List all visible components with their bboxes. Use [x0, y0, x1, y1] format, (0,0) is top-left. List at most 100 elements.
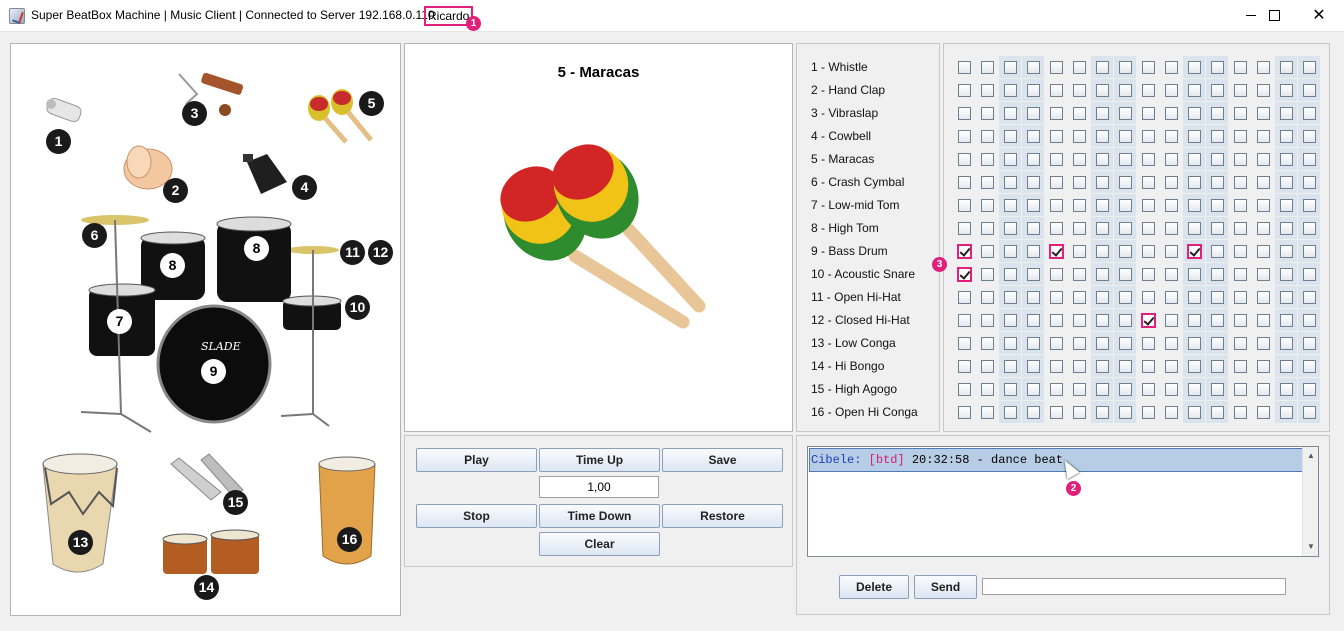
beat-checkbox[interactable] [1096, 61, 1109, 74]
beat-checkbox[interactable] [1141, 313, 1156, 328]
beat-checkbox[interactable] [1027, 153, 1040, 166]
beat-checkbox[interactable] [1188, 222, 1201, 235]
beat-checkbox[interactable] [1280, 291, 1293, 304]
beat-checkbox[interactable] [1280, 61, 1293, 74]
beat-checkbox[interactable] [1165, 360, 1178, 373]
beat-checkbox[interactable] [981, 153, 994, 166]
beat-checkbox[interactable] [1027, 337, 1040, 350]
beat-checkbox[interactable] [1234, 383, 1247, 396]
beat-checkbox[interactable] [958, 107, 971, 120]
beat-checkbox[interactable] [1004, 107, 1017, 120]
beat-checkbox[interactable] [1142, 360, 1155, 373]
beat-checkbox[interactable] [1234, 314, 1247, 327]
beat-checkbox[interactable] [981, 291, 994, 304]
maximize-button[interactable] [1251, 0, 1297, 31]
beat-checkbox[interactable] [1027, 130, 1040, 143]
cowbell-icon[interactable] [243, 154, 287, 194]
beat-checkbox[interactable] [1050, 61, 1063, 74]
beat-checkbox[interactable] [1257, 268, 1270, 281]
beat-checkbox[interactable] [1257, 107, 1270, 120]
beat-checkbox[interactable] [1096, 84, 1109, 97]
beat-checkbox[interactable] [981, 84, 994, 97]
beat-checkbox[interactable] [1142, 61, 1155, 74]
beat-checkbox[interactable] [1027, 291, 1040, 304]
beat-checkbox[interactable] [1119, 291, 1132, 304]
beat-checkbox[interactable] [1027, 199, 1040, 212]
beat-checkbox[interactable] [1303, 222, 1316, 235]
beat-checkbox[interactable] [1142, 291, 1155, 304]
beat-checkbox[interactable] [1211, 199, 1224, 212]
beat-checkbox[interactable] [1257, 291, 1270, 304]
beat-checkbox[interactable] [1050, 268, 1063, 281]
beat-checkbox[interactable] [1004, 383, 1017, 396]
beat-checkbox[interactable] [1165, 245, 1178, 258]
beat-checkbox[interactable] [1096, 222, 1109, 235]
beat-checkbox[interactable] [1165, 61, 1178, 74]
beat-checkbox[interactable] [1188, 291, 1201, 304]
beat-checkbox[interactable] [1188, 130, 1201, 143]
scroll-up-icon[interactable]: ▲ [1303, 449, 1319, 463]
beat-checkbox[interactable] [1096, 406, 1109, 419]
beat-checkbox[interactable] [1050, 84, 1063, 97]
message-scrollbar[interactable]: ▲ ▼ [1302, 447, 1318, 556]
beat-checkbox[interactable] [1004, 153, 1017, 166]
beat-checkbox[interactable] [1073, 360, 1086, 373]
beat-checkbox[interactable] [1303, 130, 1316, 143]
beat-checkbox[interactable] [1096, 130, 1109, 143]
beat-checkbox[interactable] [1188, 314, 1201, 327]
beat-checkbox[interactable] [1119, 360, 1132, 373]
beat-checkbox[interactable] [981, 130, 994, 143]
beat-checkbox[interactable] [1211, 383, 1224, 396]
beat-checkbox[interactable] [1257, 383, 1270, 396]
beat-checkbox[interactable] [1211, 314, 1224, 327]
beat-checkbox[interactable] [1142, 222, 1155, 235]
beat-checkbox[interactable] [1234, 153, 1247, 166]
beat-checkbox[interactable] [1188, 84, 1201, 97]
beat-checkbox[interactable] [1027, 406, 1040, 419]
stop-button[interactable]: Stop [416, 504, 537, 528]
beat-checkbox[interactable] [958, 337, 971, 350]
beat-checkbox[interactable] [958, 199, 971, 212]
beat-checkbox[interactable] [981, 107, 994, 120]
save-button[interactable]: Save [662, 448, 783, 472]
beat-checkbox[interactable] [1073, 153, 1086, 166]
beat-checkbox[interactable] [1073, 61, 1086, 74]
play-button[interactable]: Play [416, 448, 537, 472]
beat-checkbox[interactable] [1257, 337, 1270, 350]
beat-checkbox[interactable] [1234, 406, 1247, 419]
beat-checkbox[interactable] [1303, 153, 1316, 166]
beat-checkbox[interactable] [981, 268, 994, 281]
beat-checkbox[interactable] [1004, 268, 1017, 281]
beat-checkbox[interactable] [1211, 268, 1224, 281]
beat-checkbox[interactable] [1096, 291, 1109, 304]
beat-checkbox[interactable] [1142, 406, 1155, 419]
beat-checkbox[interactable] [1211, 406, 1224, 419]
beat-checkbox[interactable] [1073, 406, 1086, 419]
beat-checkbox[interactable] [1303, 314, 1316, 327]
beat-checkbox[interactable] [1211, 337, 1224, 350]
beat-checkbox[interactable] [1119, 337, 1132, 350]
beat-checkbox[interactable] [1049, 244, 1064, 259]
beat-checkbox[interactable] [1303, 360, 1316, 373]
beat-checkbox[interactable] [1165, 199, 1178, 212]
beat-checkbox[interactable] [1119, 383, 1132, 396]
beat-checkbox[interactable] [1073, 383, 1086, 396]
beat-checkbox[interactable] [1050, 360, 1063, 373]
beat-checkbox[interactable] [1280, 222, 1293, 235]
beat-checkbox[interactable] [1004, 84, 1017, 97]
beat-checkbox[interactable] [1257, 153, 1270, 166]
beat-checkbox[interactable] [1211, 222, 1224, 235]
beat-checkbox[interactable] [1119, 130, 1132, 143]
beat-checkbox[interactable] [1211, 84, 1224, 97]
beat-checkbox[interactable] [1027, 84, 1040, 97]
close-button[interactable]: ✕ [1296, 0, 1342, 31]
beat-checkbox[interactable] [1303, 61, 1316, 74]
beat-checkbox[interactable] [958, 130, 971, 143]
beat-checkbox[interactable] [1142, 337, 1155, 350]
beat-checkbox[interactable] [1096, 176, 1109, 189]
beat-checkbox[interactable] [1280, 199, 1293, 212]
beat-checkbox[interactable] [1280, 245, 1293, 258]
beat-checkbox[interactable] [958, 153, 971, 166]
beat-checkbox[interactable] [1119, 199, 1132, 212]
beat-checkbox[interactable] [1073, 268, 1086, 281]
